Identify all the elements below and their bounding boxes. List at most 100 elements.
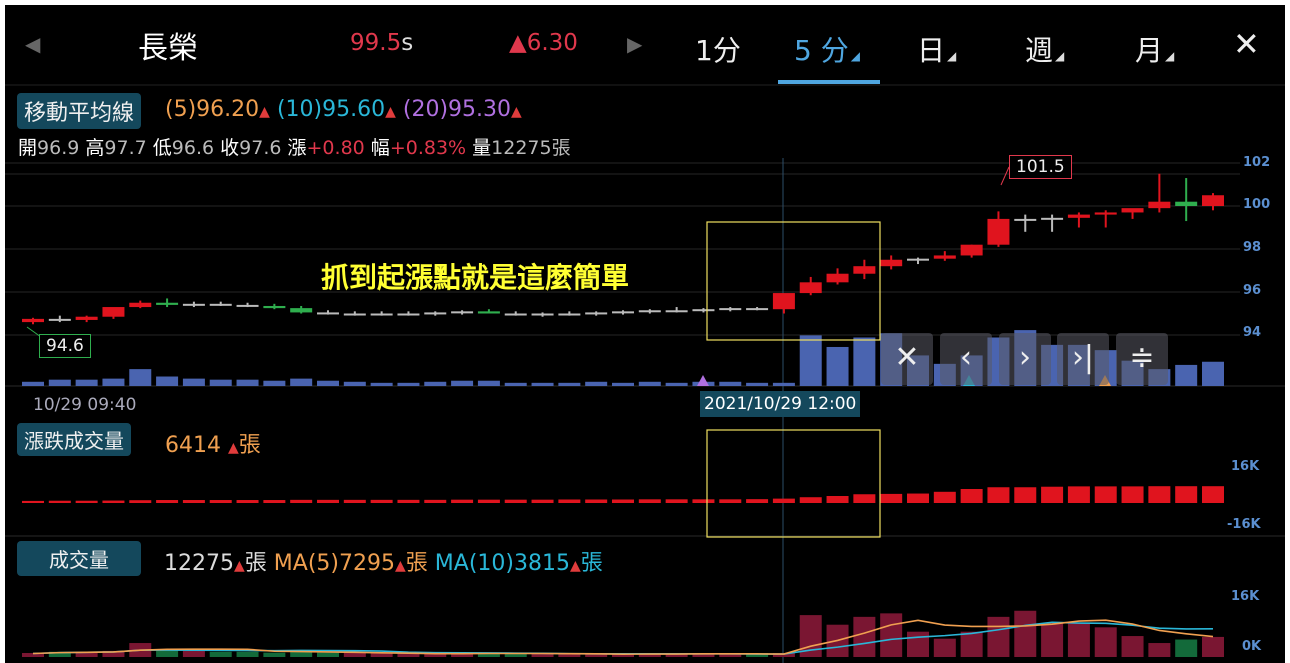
rise-fall-bar bbox=[585, 499, 608, 503]
rise-fall-bar bbox=[129, 500, 152, 503]
rise-fall-bar bbox=[799, 497, 822, 503]
y-tick: 96 bbox=[1243, 283, 1261, 298]
price-volume-bar bbox=[504, 382, 527, 386]
candle-body bbox=[907, 258, 929, 261]
rise-fall-bar bbox=[477, 499, 500, 503]
volume-section-label[interactable]: 成交量 bbox=[17, 541, 141, 576]
candle-body bbox=[933, 255, 956, 259]
zoom-button[interactable]: ≑ bbox=[1116, 333, 1168, 385]
annotation-text: 抓到起漲點就是這麼簡單 bbox=[321, 261, 630, 294]
volume-bar bbox=[933, 638, 956, 657]
rise-fall-bar bbox=[746, 499, 769, 503]
volume-bar bbox=[1148, 643, 1171, 657]
rise-fall-bar bbox=[987, 487, 1010, 503]
rise-fall-bar bbox=[48, 500, 71, 503]
volume-bar bbox=[960, 631, 983, 657]
price-volume-bar bbox=[1175, 364, 1198, 386]
rise-fall-bar bbox=[558, 499, 581, 503]
price-volume-bar bbox=[397, 382, 420, 386]
candle-body bbox=[853, 266, 876, 274]
volume-bar bbox=[263, 652, 286, 657]
candle-body bbox=[317, 312, 339, 315]
candle-body bbox=[719, 308, 742, 311]
volume-bar bbox=[209, 651, 232, 657]
rise-fall-section-label[interactable]: 漲跌成交量 bbox=[17, 423, 131, 456]
candle-body bbox=[424, 312, 447, 315]
candle-body bbox=[585, 312, 608, 315]
price-volume-bar bbox=[317, 380, 339, 386]
marker-triangle-icon bbox=[697, 375, 709, 386]
candle-body bbox=[343, 313, 366, 316]
min-price-label: 94.6 bbox=[39, 334, 91, 358]
price-volume-bar bbox=[48, 379, 71, 386]
candle-body bbox=[665, 310, 688, 313]
rise-fall-bar bbox=[531, 499, 554, 503]
rise-fall-bar bbox=[424, 499, 447, 503]
candle-body bbox=[236, 304, 259, 307]
candle-body bbox=[638, 310, 661, 313]
volume-bar bbox=[853, 616, 876, 657]
y-tick: 100 bbox=[1243, 197, 1270, 212]
rise-fall-bar bbox=[102, 500, 125, 503]
y-tick: 94 bbox=[1243, 325, 1261, 340]
rise-fall-bar bbox=[1202, 486, 1224, 503]
scroll-left-button[interactable]: ‹ bbox=[940, 333, 992, 385]
candle-body bbox=[1041, 217, 1064, 220]
rise-fall-bar bbox=[719, 499, 742, 503]
price-volume-bar bbox=[799, 335, 822, 386]
rise-fall-bar bbox=[1094, 486, 1117, 503]
max-price-label: 101.5 bbox=[1009, 155, 1072, 179]
volume-bar bbox=[1094, 627, 1117, 657]
volume-bar bbox=[907, 631, 929, 657]
candle-body bbox=[1202, 195, 1224, 206]
volume-bar bbox=[317, 652, 339, 657]
candle-body bbox=[987, 218, 1010, 245]
highlight-box-price bbox=[706, 221, 881, 341]
candle-body bbox=[612, 311, 634, 314]
price-volume-bar bbox=[585, 381, 608, 386]
price-volume-bar bbox=[772, 382, 795, 386]
rise-fall-bar bbox=[504, 499, 527, 503]
rise-fall-bar bbox=[638, 499, 661, 503]
close-chart-button[interactable]: ✕ bbox=[881, 333, 933, 385]
rise-fall-bar bbox=[75, 500, 98, 503]
rise-fall-bar bbox=[317, 499, 339, 503]
price-volume-bar bbox=[424, 381, 447, 386]
price-volume-bar bbox=[612, 382, 634, 386]
rise-fall-bar bbox=[1014, 487, 1037, 503]
rise-fall-value: 6414 bbox=[165, 433, 221, 458]
candle-body bbox=[880, 259, 903, 267]
rise-fall-bar bbox=[772, 498, 795, 503]
rise-fall-bar bbox=[853, 494, 876, 503]
rf-y-top: 16K bbox=[1231, 459, 1260, 474]
candle-body bbox=[263, 305, 286, 309]
volume-bar bbox=[1041, 622, 1064, 657]
candle-body bbox=[960, 244, 983, 256]
candle-body bbox=[1121, 208, 1144, 213]
price-volume-bar bbox=[182, 378, 205, 386]
candle-body bbox=[746, 308, 769, 311]
price-volume-bar bbox=[746, 382, 769, 386]
volume-bar bbox=[1202, 636, 1224, 657]
rise-fall-bar bbox=[880, 493, 903, 503]
scroll-right-button[interactable]: › bbox=[999, 333, 1051, 385]
price-volume-bar bbox=[853, 337, 876, 386]
price-volume-bar bbox=[236, 379, 259, 386]
candle-body bbox=[772, 293, 795, 310]
rise-fall-bar bbox=[182, 500, 205, 503]
price-volume-bar bbox=[209, 379, 232, 386]
volume-ma5: MA(5)7295 bbox=[273, 551, 395, 576]
volume-value-row: 12275▲張 MA(5)7295▲張 MA(10)3815▲張 bbox=[164, 551, 603, 576]
crosshair-time-label: 2021/10/29 12:00 bbox=[700, 391, 861, 417]
candle-body bbox=[22, 318, 44, 323]
price-volume-bar bbox=[370, 382, 393, 386]
price-volume-bar bbox=[477, 380, 500, 386]
candle-body bbox=[1014, 218, 1037, 221]
price-volume-bar bbox=[638, 381, 661, 386]
rise-fall-bar bbox=[1121, 486, 1144, 503]
rise-fall-bar bbox=[397, 499, 420, 503]
rise-fall-bar bbox=[1175, 486, 1198, 503]
rise-fall-bar bbox=[209, 500, 232, 503]
scroll-end-button[interactable]: ›| bbox=[1057, 333, 1109, 385]
price-volume-bar bbox=[102, 378, 125, 386]
